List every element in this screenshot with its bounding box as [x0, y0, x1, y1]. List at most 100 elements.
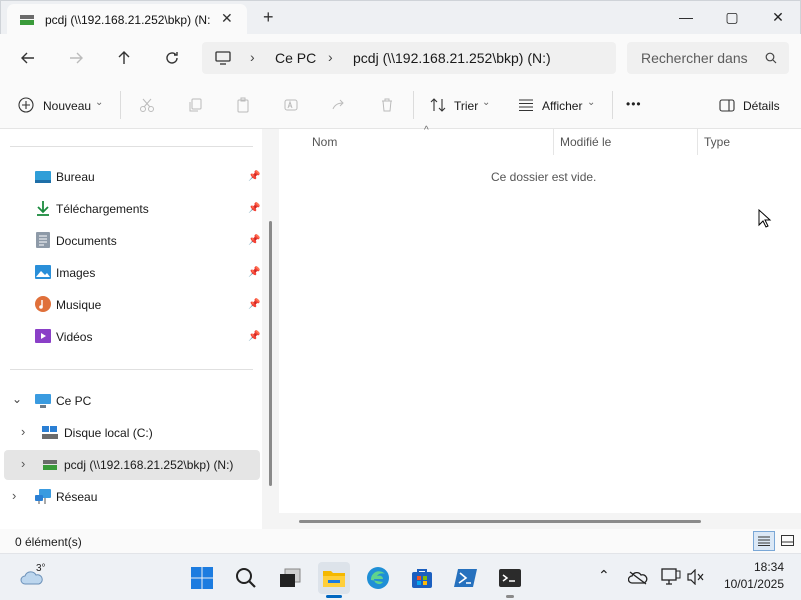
more-options-button[interactable]: ••• [626, 97, 642, 111]
sidebar-item-videos[interactable]: Vidéos 📌 [0, 322, 262, 352]
breadcrumb-drive[interactable]: pcdj (\\192.168.21.252\bkp) (N:) [353, 50, 551, 66]
details-label: Détails [743, 99, 780, 113]
network-drive-icon [43, 460, 57, 470]
computer-icon [215, 51, 231, 65]
new-tab-button[interactable]: + [263, 7, 274, 28]
powershell-button[interactable] [450, 562, 482, 594]
breadcrumb-this-pc[interactable]: Ce PC [275, 50, 316, 66]
sidebar-item-network[interactable]: › Réseau [0, 482, 262, 512]
navigation-pane: Bureau 📌 Téléchargements 📌 Documents 📌 I… [0, 129, 262, 529]
view-button[interactable]: Afficher ⌄ [516, 91, 600, 119]
desktop-icon [35, 171, 51, 183]
edge-button[interactable] [362, 562, 394, 594]
maximize-button[interactable]: ▢ [709, 1, 755, 33]
paste-icon[interactable] [233, 95, 253, 115]
chevron-up-icon[interactable]: ⌃ [598, 567, 610, 584]
pin-icon[interactable]: 📌 [248, 235, 260, 247]
column-separator[interactable] [697, 129, 698, 155]
minimize-button[interactable]: — [663, 1, 709, 33]
empty-folder-message: Ce dossier est vide. [491, 170, 597, 184]
download-icon [37, 201, 49, 216]
sidebar-item-desktop[interactable]: Bureau 📌 [0, 162, 262, 192]
back-button[interactable] [12, 42, 44, 74]
chevron-down-icon[interactable]: ⌄ [12, 392, 22, 406]
powershell-icon [454, 569, 477, 587]
documents-icon [36, 232, 50, 248]
search-box[interactable]: Rechercher dans [627, 42, 789, 74]
search-placeholder: Rechercher dans [641, 50, 748, 66]
sidebar-item-music[interactable]: Musique 📌 [0, 290, 262, 320]
clock[interactable]: 18:34 10/01/2025 [722, 560, 784, 591]
arrow-up-icon [118, 51, 130, 64]
sidebar-item-label: Disque local (C:) [64, 426, 153, 440]
file-list: ^ Nom Modifié le Type Ce dossier est vid… [279, 125, 801, 529]
display-icon[interactable] [661, 568, 681, 586]
chevron-right-icon[interactable]: › [21, 456, 25, 471]
details-pane-icon [719, 99, 735, 112]
start-button[interactable] [186, 562, 218, 594]
sidebar-item-drive-c[interactable]: › Disque local (C:) [0, 418, 262, 448]
chevron-down-icon: ⌄ [95, 97, 104, 108]
chevron-down-icon: ⌄ [587, 97, 596, 108]
sidebar-item-documents[interactable]: Documents 📌 [0, 226, 262, 256]
taskbar: 3° ⌃ 18:34 10/01/2025 [0, 553, 801, 600]
address-bar[interactable]: › Ce PC › pcdj (\\192.168.21.252\bkp) (N… [202, 42, 616, 74]
command-bar: Nouveau ⌄ Trier ⌄ Afficher ⌄ ••• Détails [0, 81, 801, 129]
sidebar-scrollbar[interactable] [262, 129, 279, 529]
sidebar-item-drive-n[interactable]: › pcdj (\\192.168.21.252\bkp) (N:) [4, 450, 260, 480]
computer-icon [35, 394, 51, 408]
sidebar-item-label: pcdj (\\192.168.21.252\bkp) (N:) [64, 458, 234, 472]
pin-icon[interactable]: 📌 [248, 203, 260, 215]
share-icon[interactable] [329, 95, 349, 115]
column-modified[interactable]: Modifié le [560, 135, 611, 149]
pin-icon[interactable]: 📌 [248, 331, 260, 343]
refresh-icon [166, 52, 178, 64]
column-header-row: ^ Nom Modifié le Type [279, 125, 801, 155]
chevron-right-icon[interactable]: › [21, 424, 25, 439]
pin-icon[interactable]: 📌 [248, 171, 260, 183]
tiles-view-toggle[interactable] [778, 531, 798, 551]
terminal-button[interactable] [494, 562, 526, 594]
copy-icon[interactable] [185, 95, 205, 115]
details-view-toggle[interactable] [753, 531, 775, 551]
up-button[interactable] [108, 42, 140, 74]
column-name[interactable]: Nom [312, 135, 337, 149]
chevron-right-icon[interactable]: › [12, 488, 16, 503]
refresh-button[interactable] [156, 42, 188, 74]
weather-widget[interactable]: 3° [18, 562, 58, 592]
plus-circle-icon [18, 97, 34, 113]
column-type[interactable]: Type [704, 135, 730, 149]
tab-active[interactable]: pcdj (\\192.168.21.252\bkp) (N: ✕ [7, 4, 247, 35]
content-horizontal-scrollbar[interactable] [279, 513, 801, 529]
tab-close-icon[interactable]: ✕ [221, 10, 233, 27]
close-button[interactable]: ✕ [755, 1, 801, 33]
sidebar-item-downloads[interactable]: Téléchargements 📌 [0, 194, 262, 224]
pin-icon[interactable]: 📌 [248, 299, 260, 311]
item-count: 0 élément(s) [15, 535, 82, 549]
active-app-indicator [326, 595, 342, 598]
search-icon [765, 52, 777, 64]
cut-icon[interactable] [137, 95, 157, 115]
volume-muted-icon[interactable] [687, 569, 705, 585]
tiles-view-icon [781, 535, 794, 546]
rename-icon[interactable] [281, 95, 301, 115]
store-button[interactable] [406, 562, 438, 594]
sidebar-item-this-pc[interactable]: ⌄ Ce PC [0, 386, 262, 416]
details-button[interactable]: Détails [716, 91, 796, 119]
column-separator[interactable] [553, 129, 554, 155]
onedrive-offline-icon[interactable] [628, 570, 648, 586]
scrollbar-thumb[interactable] [269, 221, 272, 486]
toolbar-separator [120, 91, 121, 119]
search-button[interactable] [230, 562, 262, 594]
folder-icon [323, 571, 345, 587]
file-explorer-taskbar-button[interactable] [318, 562, 350, 594]
forward-button[interactable] [60, 42, 92, 74]
task-view-button[interactable] [274, 562, 306, 594]
new-button[interactable]: Nouveau ⌄ [12, 91, 112, 119]
scrollbar-thumb[interactable] [299, 520, 701, 523]
pin-icon[interactable]: 📌 [248, 267, 260, 279]
delete-icon[interactable] [377, 95, 397, 115]
sidebar-item-images[interactable]: Images 📌 [0, 258, 262, 288]
sort-button[interactable]: Trier ⌄ [428, 91, 494, 119]
tab-title: pcdj (\\192.168.21.252\bkp) (N: [45, 13, 211, 27]
